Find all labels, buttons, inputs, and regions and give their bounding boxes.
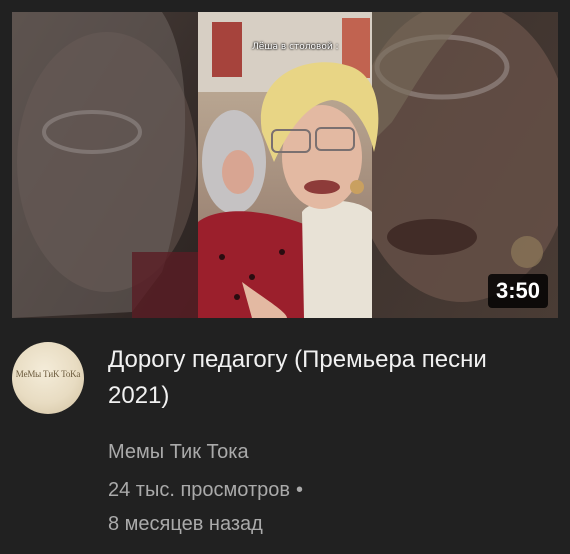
avatar-logo-text: MeMы TиK ToKa	[15, 369, 81, 379]
view-count: 24 тыс. просмотров	[108, 479, 290, 501]
thumbnail-caption: Лёша в столовой :	[252, 42, 339, 52]
view-count-row: 24 тыс. просмотров •	[108, 474, 303, 506]
separator-dot: •	[296, 479, 304, 501]
channel-name[interactable]: Мемы Тик Тока	[108, 436, 249, 468]
upload-age: 8 месяцев назад	[108, 513, 263, 535]
video-title[interactable]: Дорогу педагогу (Премьера песни 2021)	[108, 342, 528, 414]
video-thumbnail[interactable]: Лёша в столовой : 3:50	[12, 12, 558, 318]
duration-badge: 3:50	[487, 274, 548, 308]
thumbnail-image	[12, 12, 558, 318]
channel-avatar[interactable]: MeMы TиK ToKa	[12, 342, 84, 414]
